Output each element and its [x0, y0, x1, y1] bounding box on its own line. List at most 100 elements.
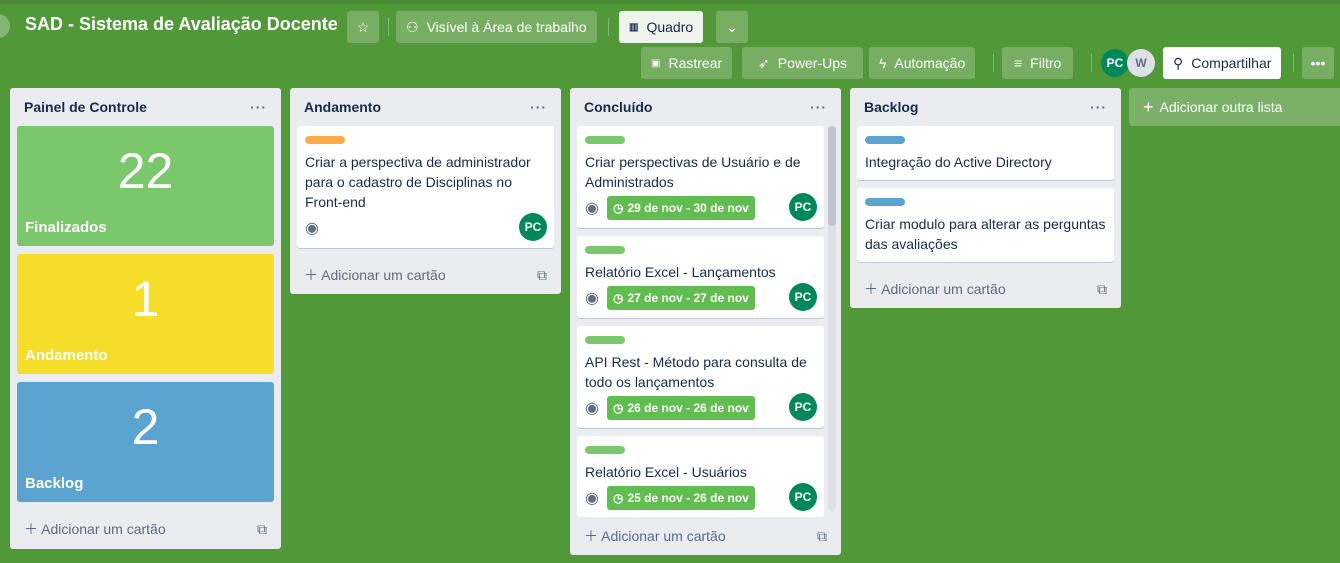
card-title: Criar perspectivas de Usuário e de Admin…: [585, 154, 801, 190]
bolt-icon: ϟ: [879, 55, 887, 71]
stat-card[interactable]: 2 Backlog: [17, 382, 274, 502]
eye-icon: ◉: [585, 290, 599, 307]
member-avatar[interactable]: PC: [1101, 49, 1129, 77]
star-icon: ☆: [356, 18, 370, 35]
stat-card[interactable]: 22 Finalizados: [17, 126, 274, 246]
share-label: Compartilhar: [1191, 55, 1272, 71]
list-menu-icon[interactable]: ···: [250, 99, 267, 115]
add-list-label: Adicionar outra lista: [1159, 99, 1283, 115]
list-andamento: Andamento ··· Criar a perspectiva de admi…: [290, 88, 561, 294]
eye-icon: ◉: [585, 490, 599, 507]
member-avatar[interactable]: PC: [789, 393, 817, 421]
add-card-label: Adicionar um cartão: [601, 528, 726, 544]
member-avatar[interactable]: PC: [789, 283, 817, 311]
member-avatar[interactable]: W: [1127, 49, 1155, 77]
calendar-icon: ▣: [651, 57, 661, 69]
template-icon[interactable]: ⧉: [257, 521, 267, 538]
label-blue: [865, 198, 905, 206]
scrollbar[interactable]: [828, 126, 836, 511]
visibility-label: Visível à Área de trabalho: [426, 19, 587, 35]
visibility-button[interactable]: ⚇ Visível à Área de trabalho: [396, 11, 597, 43]
add-card-button[interactable]: ＋ Adicionar um cartão ⧉: [570, 517, 841, 555]
list-backlog: Backlog ··· Integração do Active Director…: [850, 88, 1121, 308]
automation-label: Automação: [894, 55, 966, 71]
add-card-button[interactable]: ＋ Adicionar um cartão ⧉: [290, 256, 561, 294]
rastrear-button[interactable]: ▣ Rastrear: [641, 47, 733, 79]
card-title: Relatório Excel - Usuários: [585, 464, 747, 480]
card[interactable]: Integração do Active Directory: [857, 126, 1114, 180]
due-date: 25 de nov - 26 de nov: [627, 491, 749, 505]
stat-label: Backlog: [25, 475, 84, 492]
list-title[interactable]: Painel de Controle: [24, 99, 147, 115]
add-card-label: Adicionar um cartão: [41, 521, 166, 537]
list-title[interactable]: Concluído: [584, 99, 652, 115]
clock-icon: ◷: [612, 201, 624, 215]
list-title[interactable]: Backlog: [864, 99, 918, 115]
due-date: 26 de nov - 26 de nov: [627, 401, 749, 415]
view-label: Quadro: [646, 19, 694, 35]
divider: [608, 18, 609, 36]
people-icon: ⚇: [406, 18, 419, 35]
stat-value: 2: [131, 399, 160, 455]
template-icon[interactable]: ⧉: [537, 267, 547, 284]
clock-icon: ◷: [612, 291, 624, 305]
clock-icon: ◷: [612, 491, 624, 505]
list-painel: Painel de Controle ··· 22 Finalizados 1 And…: [10, 88, 281, 549]
member-avatar[interactable]: PC: [789, 193, 817, 221]
workspace-icon[interactable]: [0, 14, 10, 38]
add-card-label: Adicionar um cartão: [321, 267, 446, 283]
view-dropdown-button[interactable]: ⌄: [716, 11, 748, 43]
label-green: [585, 246, 625, 254]
share-button[interactable]: ⚲ Compartilhar: [1163, 47, 1282, 79]
board-title[interactable]: SAD - Sistema de Avaliação Docente: [25, 14, 338, 35]
due-date-badge[interactable]: ◷ 25 de nov - 26 de nov: [606, 486, 755, 510]
filter-button[interactable]: ≡ Filtro: [1002, 47, 1074, 79]
list-menu-icon[interactable]: ···: [810, 99, 827, 115]
card[interactable]: Relatório Excel - Usuários ◉ ◷ 25 de nov - …: [577, 436, 824, 517]
card[interactable]: Relatório Excel - Lançamentos ◉ ◷ 27 de nov…: [577, 236, 824, 318]
divider: [1293, 54, 1294, 72]
label-orange: [305, 136, 345, 144]
list-menu-icon[interactable]: ···: [1090, 99, 1107, 115]
star-button[interactable]: ☆: [347, 11, 379, 43]
member-avatar[interactable]: PC: [789, 483, 817, 511]
top-bar: [0, 0, 1340, 4]
board-icon: ▥: [629, 21, 639, 33]
rocket-icon: ➶: [758, 54, 770, 71]
card-scroll-area: Criar perspectivas de Usuário e de Admin…: [570, 126, 841, 517]
member-avatar[interactable]: PC: [519, 213, 547, 241]
due-date-badge[interactable]: ◷ 26 de nov - 26 de nov: [606, 396, 755, 420]
plus-icon: +: [1143, 96, 1154, 117]
add-card-button[interactable]: ＋ Adicionar um cartão ⧉: [850, 270, 1121, 308]
menu-button[interactable]: •••: [1302, 47, 1334, 79]
card-title: Criar a perspectiva de administrador par…: [305, 154, 531, 210]
filter-icon: ≡: [1014, 55, 1023, 71]
automation-button[interactable]: ϟ Automação: [869, 47, 976, 79]
due-date-badge[interactable]: ◷ 27 de nov - 27 de nov: [606, 286, 755, 310]
powerups-button[interactable]: ➶ Power-Ups: [742, 47, 863, 79]
card[interactable]: Criar perspectivas de Usuário e de Admin…: [577, 126, 824, 228]
stat-label: Andamento: [25, 347, 108, 364]
add-card-label: Adicionar um cartão: [881, 281, 1006, 297]
template-icon[interactable]: ⧉: [1097, 281, 1107, 298]
label-green: [585, 446, 625, 454]
list-title[interactable]: Andamento: [304, 99, 381, 115]
card-title: Relatório Excel - Lançamentos: [585, 264, 776, 280]
eye-icon: ◉: [305, 220, 319, 237]
filter-label: Filtro: [1030, 55, 1062, 71]
add-card-button[interactable]: ＋ Adicionar um cartão ⧉: [10, 510, 281, 548]
template-icon[interactable]: ⧉: [817, 528, 827, 545]
card[interactable]: Criar a perspectiva de administrador par…: [297, 126, 554, 248]
due-date-badge[interactable]: ◷ 29 de nov - 30 de nov: [606, 196, 755, 220]
stat-card[interactable]: 1 Andamento: [17, 254, 274, 374]
card[interactable]: Criar modulo para alterar as perguntas d…: [857, 188, 1114, 262]
stat-value: 1: [131, 271, 160, 327]
card[interactable]: API Rest - Método para consulta de todo …: [577, 326, 824, 428]
add-list-button[interactable]: + Adicionar outra lista: [1129, 88, 1340, 126]
stat-value: 22: [117, 143, 174, 199]
list-concluido: Concluído ··· Criar perspectivas de Usuár…: [570, 88, 841, 555]
divider: [388, 18, 389, 36]
due-date: 29 de nov - 30 de nov: [627, 201, 749, 215]
view-board-button[interactable]: ▥ Quadro: [619, 11, 704, 43]
list-menu-icon[interactable]: ···: [530, 99, 547, 115]
